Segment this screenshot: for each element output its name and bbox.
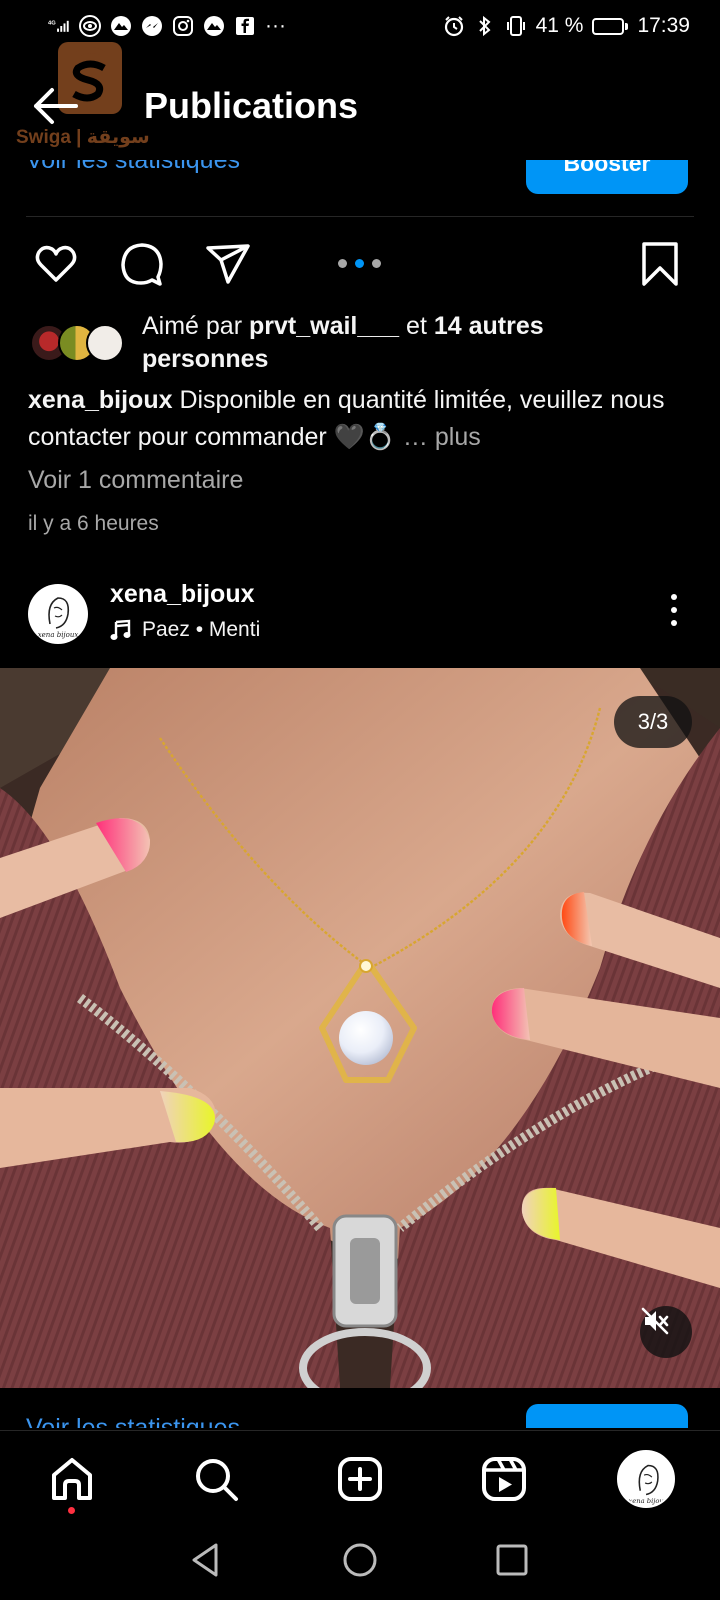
facebook-icon	[234, 15, 256, 37]
notification-dot	[68, 1507, 75, 1514]
post-header: xena bijoux xena_bijoux Paez • Menti	[0, 580, 720, 646]
like-heart-icon[interactable]	[32, 240, 80, 288]
instagram-icon	[172, 15, 194, 37]
create-icon[interactable]	[334, 1453, 386, 1505]
liker-username[interactable]: prvt_wail___	[249, 312, 399, 340]
vibrate-icon	[505, 15, 527, 37]
avatar-text: xena bijoux	[38, 631, 79, 639]
carousel-indicator	[338, 259, 381, 268]
post-music[interactable]: Paez • Menti	[110, 618, 260, 642]
liker-avatar	[86, 324, 124, 362]
post-caption: xena_bijoux Disponible en quantité limit…	[28, 382, 696, 456]
battery-icon	[592, 17, 629, 35]
network-type: 4G	[48, 21, 56, 27]
watermark-text: Swiga | سويقة	[16, 127, 150, 148]
clock: 17:39	[637, 14, 690, 37]
music-track: Paez • Menti	[142, 618, 261, 641]
necklace-photo	[0, 668, 720, 1388]
home-icon[interactable]	[46, 1453, 98, 1505]
bluetooth-icon	[474, 15, 496, 37]
other-likers[interactable]: 14 autres	[434, 312, 544, 340]
avatar-text: xena bijoux	[628, 1497, 667, 1505]
likes-summary[interactable]: Aimé par prvt_wail___ et 14 autres perso…	[28, 310, 698, 376]
likes-text: Aimé par prvt_wail___ et 14 autres perso…	[142, 312, 544, 373]
back-triangle-icon[interactable]	[186, 1540, 226, 1580]
page-title: Publications	[144, 85, 359, 126]
system-navigation	[0, 1526, 720, 1600]
recents-square-icon[interactable]	[492, 1540, 532, 1580]
share-send-icon[interactable]	[204, 240, 252, 288]
boost-button[interactable]: Booster	[526, 160, 688, 194]
mountain-notification-icon-2	[203, 15, 225, 37]
caption-username[interactable]: xena_bijoux	[28, 386, 173, 414]
carousel-dot-active	[355, 259, 364, 268]
view-stats-link[interactable]: Voir les statistiques	[26, 1414, 240, 1428]
header: Swiga | سويقة Publications	[0, 42, 720, 148]
comment-icon[interactable]	[118, 240, 166, 288]
search-icon[interactable]	[190, 1453, 242, 1505]
post-timestamp: il y a 6 heures	[28, 512, 159, 535]
save-bookmark-icon[interactable]	[636, 240, 684, 288]
home-circle-icon[interactable]	[340, 1540, 380, 1580]
carousel-counter: 3/3	[614, 696, 692, 748]
post-actions	[0, 236, 720, 292]
post-author-avatar[interactable]: xena bijoux	[28, 584, 88, 644]
post-image[interactable]: 3/3	[0, 668, 720, 1388]
alarm-icon	[443, 15, 465, 37]
music-note-icon	[110, 619, 131, 640]
divider	[26, 216, 694, 217]
back-arrow-icon[interactable]	[30, 84, 82, 128]
bottom-navigation: xena bijoux	[0, 1430, 720, 1526]
previous-post-footer: Voir les statistiques Booster	[0, 160, 720, 200]
more-notifications: ···	[265, 14, 286, 37]
status-right: 41 % 17:39	[443, 14, 690, 38]
reels-icon[interactable]	[478, 1453, 530, 1505]
boost-button[interactable]: Booster	[526, 1404, 688, 1428]
profile-avatar[interactable]: xena bijoux	[616, 1449, 676, 1509]
post-username[interactable]: xena_bijoux	[110, 580, 255, 609]
caption-more-link[interactable]: … plus	[403, 423, 481, 451]
view-comments-link[interactable]: Voir 1 commentaire	[28, 466, 243, 495]
view-stats-link[interactable]: Voir les statistiques	[26, 160, 240, 175]
muted-speaker-icon[interactable]	[640, 1306, 692, 1358]
liker-avatars	[30, 324, 130, 364]
carousel-dot	[338, 259, 347, 268]
battery-percent: 41 %	[535, 14, 584, 37]
more-options-icon[interactable]	[662, 590, 686, 630]
next-post-footer: Voir les statistiques Booster	[0, 1388, 720, 1428]
carousel-dot	[372, 259, 381, 268]
